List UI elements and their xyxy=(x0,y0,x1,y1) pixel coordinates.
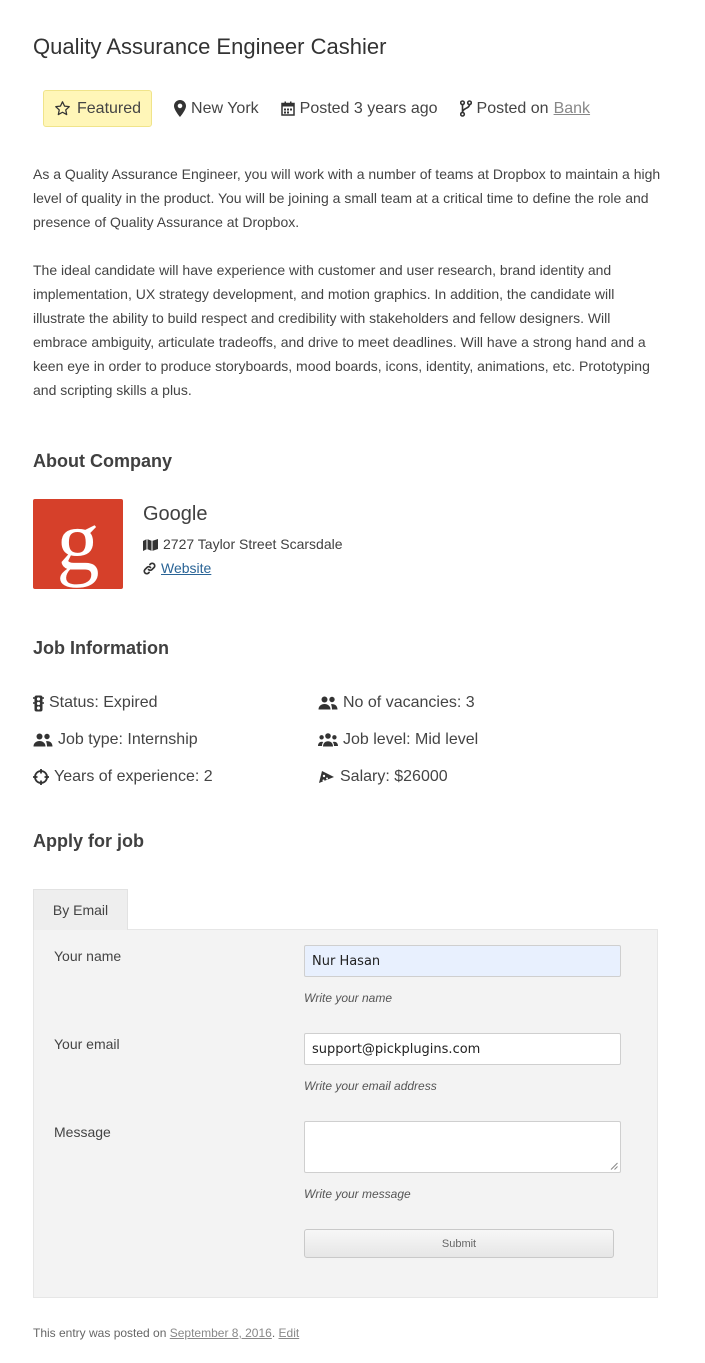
name-hint: Write your name xyxy=(304,991,393,1005)
posted-on-category-link[interactable]: Bank xyxy=(554,100,590,118)
users-icon xyxy=(33,733,53,747)
company-logo: g xyxy=(33,492,123,589)
name-label: Your name xyxy=(54,948,122,964)
calendar-icon xyxy=(280,101,295,116)
star-icon xyxy=(54,100,71,117)
post-date-link[interactable]: September 8, 2016 xyxy=(170,1326,272,1340)
job-posted-on: Posted on Bank xyxy=(459,99,590,118)
apply-heading: Apply for job xyxy=(33,831,144,851)
job-posted-time: Posted 3 years ago xyxy=(280,99,438,118)
job-level: Job level: Mid level xyxy=(318,731,478,749)
edit-link[interactable]: Edit xyxy=(279,1326,300,1340)
job-experience: Years of experience: 2 xyxy=(33,768,213,786)
email-label: Your email xyxy=(54,1036,120,1052)
job-title: Quality Assurance Engineer Cashier xyxy=(33,34,387,59)
description-paragraph-2: The ideal candidate will have experience… xyxy=(33,262,650,398)
company-website: Website xyxy=(143,560,211,576)
user-group-icon xyxy=(318,733,338,747)
company-address-text: 2727 Taylor Street Scarsdale xyxy=(163,536,343,552)
job-salary: Salary: $26000 xyxy=(318,768,448,786)
job-meta-bar: Featured New York Posted 3 years ago Pos… xyxy=(43,90,612,127)
company-name: Google xyxy=(143,503,208,525)
job-information-heading: Job Information xyxy=(33,638,169,658)
job-salary-text: Salary: $26000 xyxy=(340,768,448,785)
job-location: New York xyxy=(174,100,259,118)
posted-label: Posted 3 years ago xyxy=(299,99,438,117)
footer-separator: . xyxy=(271,1326,276,1340)
job-level-text: Job level: Mid level xyxy=(343,731,479,748)
location-label: New York xyxy=(191,99,259,117)
code-fork-icon xyxy=(459,100,472,117)
entry-footer: This entry was posted on September 8, 20… xyxy=(33,1326,299,1340)
users-icon xyxy=(318,696,338,710)
job-experience-text: Years of experience: 2 xyxy=(54,768,213,785)
crosshairs-icon xyxy=(33,769,49,785)
message-hint: Write your message xyxy=(304,1187,411,1201)
tab-by-email[interactable]: By Email xyxy=(33,889,128,930)
featured-label: Featured xyxy=(77,99,142,117)
name-input[interactable]: Nur Hasan xyxy=(304,945,621,977)
map-marker-icon xyxy=(174,100,187,117)
resize-grip-icon[interactable] xyxy=(610,1162,618,1170)
job-status: Status: Expired xyxy=(33,694,158,712)
job-vacancies-text: No of vacancies: 3 xyxy=(343,694,475,711)
map-icon xyxy=(143,537,158,551)
email-hint: Write your email address xyxy=(304,1079,437,1093)
description-paragraph-1: As a Quality Assurance Engineer, you wil… xyxy=(33,166,661,230)
job-type-text: Job type: Internship xyxy=(58,731,198,748)
message-label: Message xyxy=(54,1124,111,1140)
posted-on-prefix: Posted on xyxy=(476,99,549,117)
link-icon xyxy=(143,561,156,575)
job-vacancies: No of vacancies: 3 xyxy=(318,694,475,712)
company-logo-letter: g xyxy=(56,492,100,588)
company-website-link[interactable]: Website xyxy=(161,560,211,576)
job-type: Job type: Internship xyxy=(33,731,198,749)
company-address: 2727 Taylor Street Scarsdale xyxy=(143,536,343,552)
submit-button[interactable]: Submit xyxy=(304,1229,614,1258)
job-status-text: Status: Expired xyxy=(49,694,158,711)
money-icon xyxy=(318,769,335,785)
traffic-light-icon xyxy=(33,695,44,712)
message-textarea[interactable] xyxy=(304,1121,621,1173)
featured-badge: Featured xyxy=(43,90,153,127)
footer-prefix: This entry was posted on xyxy=(33,1326,167,1340)
about-company-heading: About Company xyxy=(33,451,172,471)
email-input[interactable]: support@pickplugins.com xyxy=(304,1033,621,1065)
